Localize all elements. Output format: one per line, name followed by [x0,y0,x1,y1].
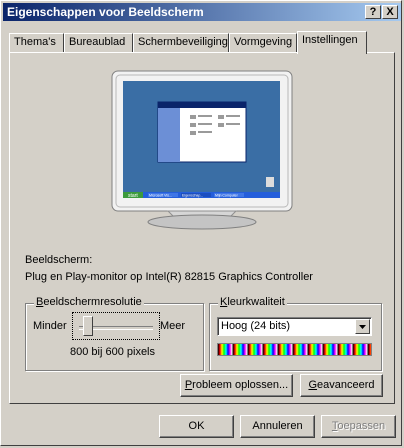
display-label: Beeldscherm: [25,254,93,266]
tab-themes[interactable]: Thema's [9,33,64,52]
dropdown-button[interactable] [355,319,370,334]
advanced-button[interactable]: Geavanceerd [300,374,383,397]
tab-desktop[interactable]: Bureaublad [64,33,133,52]
ok-button[interactable]: OK [159,415,234,438]
resolution-slider[interactable] [72,312,160,340]
chevron-down-icon [359,325,366,329]
color-quality-value: Hoog (24 bits) [221,320,291,332]
preview-taskbar-item-2: Eigenschap... [182,194,203,198]
tab-appearance[interactable]: Vormgeving [229,33,297,52]
monitor-base [147,214,257,230]
resolution-more-label: Meer [160,320,186,332]
display-device: Plug en Play-monitor op Intel(R) 82815 G… [25,271,313,283]
color-spectrum-bar [217,343,372,356]
preview-start-label: start [128,193,138,199]
monitor-preview: start Microsoft Vis... Eigenschap... Mij… [111,70,293,230]
cancel-button[interactable]: Annuleren [240,415,315,438]
slider-thumb[interactable] [83,316,93,336]
resolution-less-label: Minder [33,320,67,332]
troubleshoot-button[interactable]: Probleem oplossen... [180,374,293,397]
apply-button: Toepassen [321,415,396,438]
window-title: Eigenschappen voor Beeldscherm [7,5,204,19]
close-button[interactable]: X [382,5,398,19]
resolution-group: Beeldschermresolutie Minder Meer 800 bij… [25,296,204,371]
settings-panel: start Microsoft Vis... Eigenschap... Mij… [9,52,395,404]
color-quality-select[interactable]: Hoog (24 bits) [217,317,372,336]
tab-screensaver[interactable]: Schermbeveiliging [133,33,229,52]
preview-taskbar-item-1: Microsoft Vis... [149,194,172,198]
color-quality-group-label: Kleurkwaliteit [218,296,287,308]
title-bar: Eigenschappen voor Beeldscherm ? X [3,3,401,21]
help-button[interactable]: ? [365,5,381,19]
tab-settings[interactable]: Instellingen [297,31,367,54]
resolution-group-label: Beeldschermresolutie [34,296,144,308]
preview-taskbar-item-3: Mijn Computer [215,194,239,198]
dialog-window: Eigenschappen voor Beeldscherm ? X Thema… [0,0,402,446]
recycle-bin-icon [266,177,274,187]
resolution-value: 800 bij 600 pixels [70,346,156,358]
color-quality-group: Kleurkwaliteit Hoog (24 bits) [209,296,382,371]
